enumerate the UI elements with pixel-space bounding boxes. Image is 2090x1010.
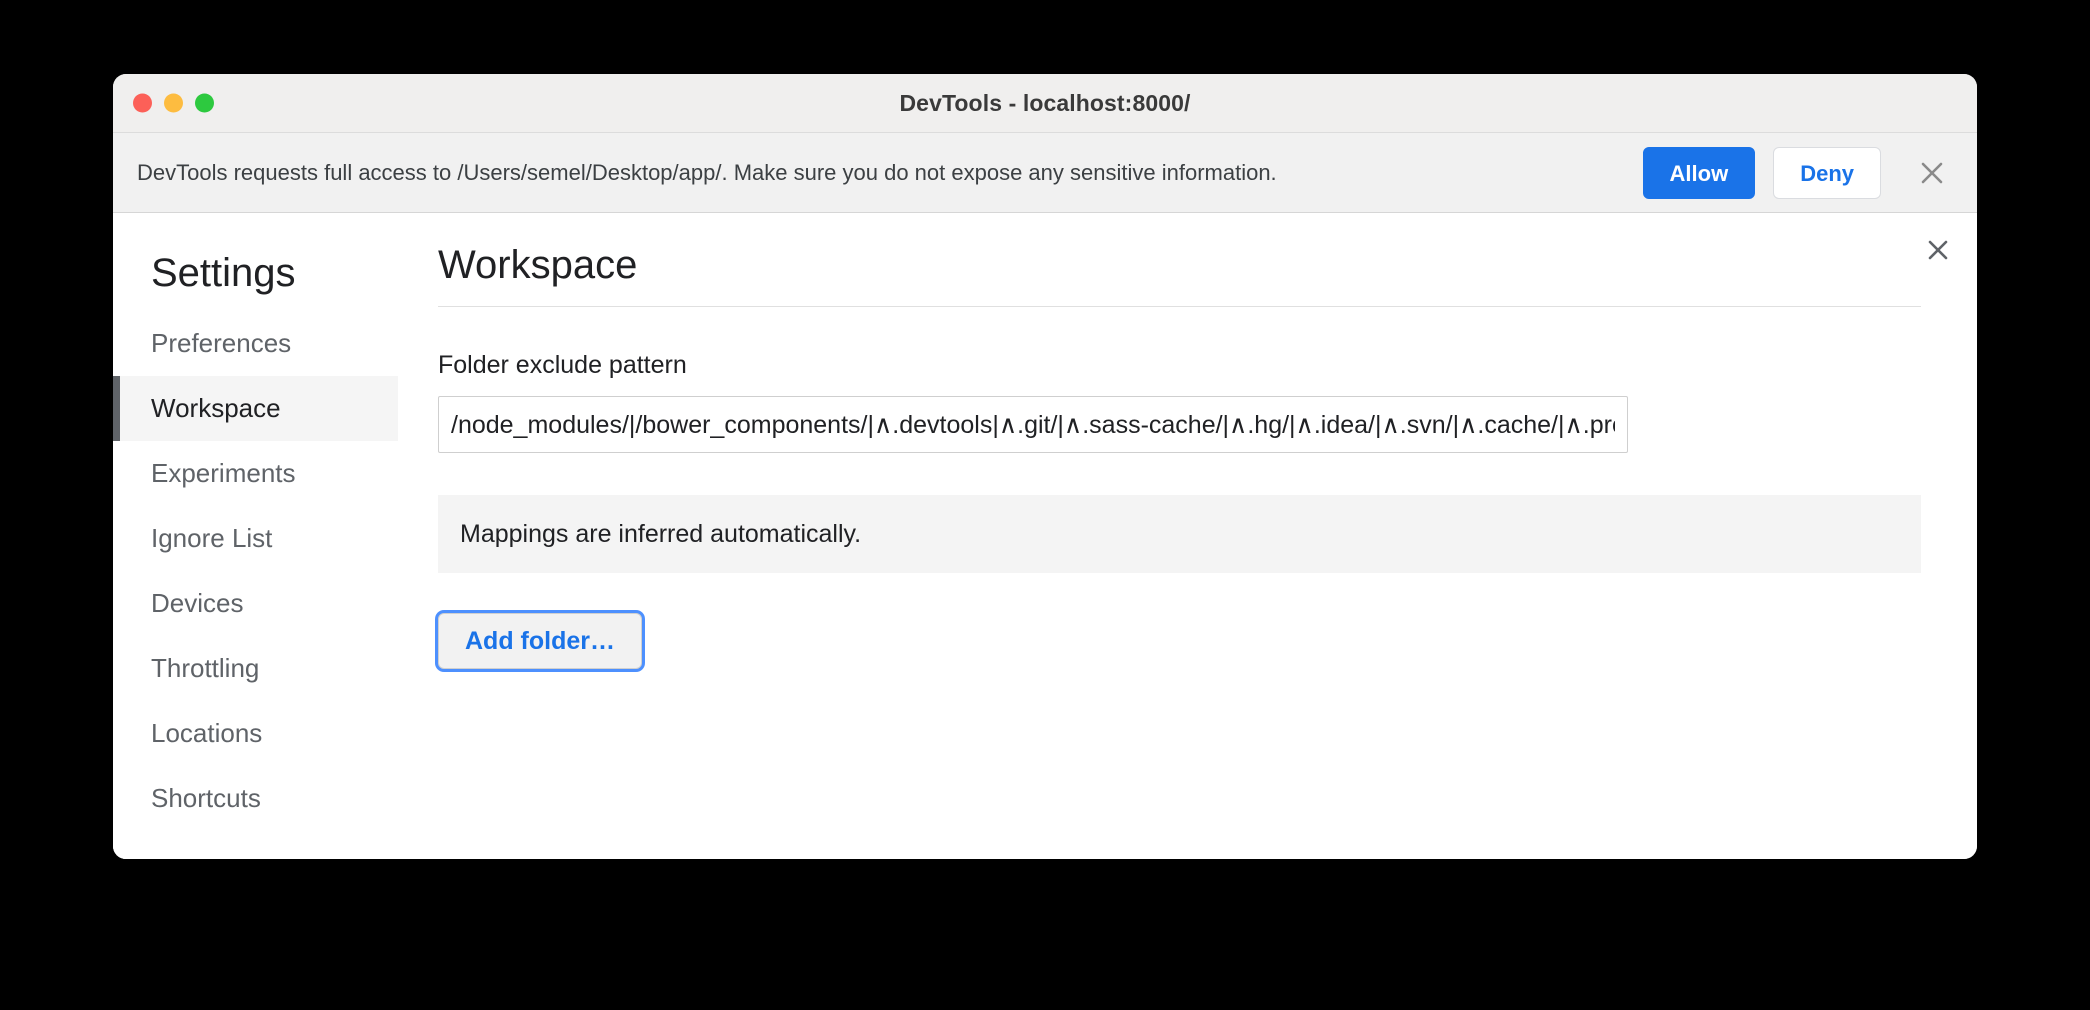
title-divider: [438, 306, 1921, 307]
sidebar-item-preferences[interactable]: Preferences: [113, 311, 398, 376]
settings-panel: Settings Preferences Workspace Experimen…: [113, 213, 1977, 859]
sidebar-item-ignore-list[interactable]: Ignore List: [113, 506, 398, 571]
sidebar-item-shortcuts[interactable]: Shortcuts: [113, 766, 398, 831]
sidebar-item-label: Ignore List: [151, 523, 273, 553]
sidebar-item-label: Preferences: [151, 328, 292, 358]
window-titlebar: DevTools - localhost:8000/: [113, 74, 1977, 133]
permission-infobar: DevTools requests full access to /Users/…: [113, 133, 1977, 213]
infobar-close-button[interactable]: [1909, 150, 1955, 196]
deny-button[interactable]: Deny: [1773, 146, 1881, 199]
desktop-background: DevTools - localhost:8000/ DevTools requ…: [0, 0, 2090, 1010]
devtools-window: DevTools - localhost:8000/ DevTools requ…: [113, 74, 1977, 859]
settings-sidebar: Settings Preferences Workspace Experimen…: [113, 213, 398, 859]
window-maximize-button[interactable]: [195, 93, 214, 113]
settings-close-button[interactable]: [1917, 229, 1959, 271]
allow-button[interactable]: Allow: [1642, 146, 1756, 199]
sidebar-item-label: Throttling: [151, 653, 260, 683]
sidebar-item-label: Experiments: [151, 458, 296, 488]
sidebar-item-throttling[interactable]: Throttling: [113, 636, 398, 701]
sidebar-item-label: Shortcuts: [151, 783, 261, 813]
close-icon: [1928, 240, 1948, 260]
add-folder-button[interactable]: Add folder…: [438, 613, 642, 669]
mappings-note: Mappings are inferred automatically.: [438, 495, 1921, 573]
page-title: Workspace: [438, 243, 638, 287]
window-close-button[interactable]: [133, 93, 152, 113]
folder-exclude-input[interactable]: [438, 396, 1628, 453]
sidebar-item-locations[interactable]: Locations: [113, 701, 398, 766]
sidebar-item-experiments[interactable]: Experiments: [113, 441, 398, 506]
sidebar-item-label: Workspace: [151, 393, 281, 423]
sidebar-item-label: Devices: [151, 588, 244, 618]
window-minimize-button[interactable]: [164, 93, 183, 113]
permission-message: DevTools requests full access to /Users/…: [137, 159, 1277, 185]
settings-content: Workspace Folder exclude pattern Mapping…: [398, 213, 1977, 859]
close-icon: [1921, 162, 1943, 183]
sidebar-item-label: Locations: [151, 718, 263, 748]
settings-title: Settings: [151, 251, 296, 295]
sidebar-item-devices[interactable]: Devices: [113, 571, 398, 636]
traffic-light-group: [133, 93, 214, 113]
sidebar-item-workspace[interactable]: Workspace: [113, 376, 398, 441]
window-title: DevTools - localhost:8000/: [899, 89, 1191, 116]
folder-exclude-label: Folder exclude pattern: [438, 351, 687, 379]
